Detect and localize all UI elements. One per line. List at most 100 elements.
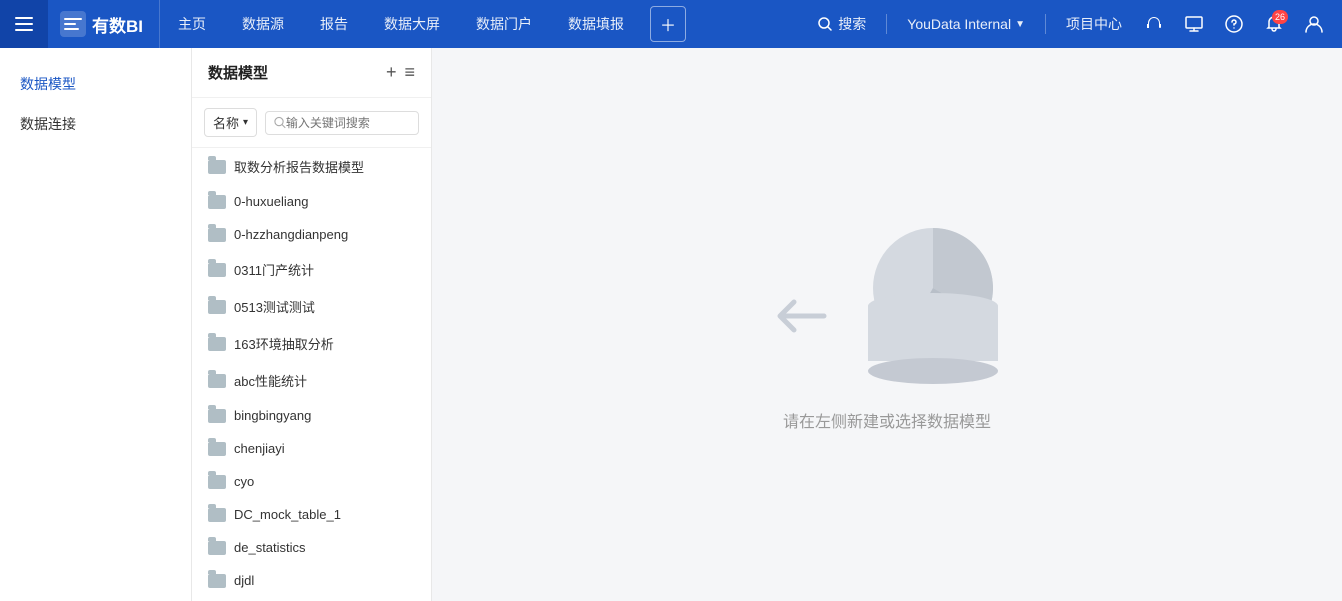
hamburger-button[interactable]	[0, 0, 48, 48]
folder-icon	[208, 195, 226, 209]
folder-icon	[208, 574, 226, 588]
nav-datasource[interactable]: 数据源	[224, 0, 302, 48]
content-area: 请在左侧新建或选择数据模型	[432, 48, 1342, 601]
nav-report[interactable]: 报告	[302, 0, 366, 48]
folder-icon	[208, 475, 226, 489]
sidebar-item-data-model-label: 数据模型	[20, 76, 76, 92]
arrow-icon	[776, 298, 828, 343]
list-item[interactable]: de_statistics	[192, 531, 431, 564]
folder-icon	[208, 263, 226, 277]
user-avatar-button[interactable]	[1298, 8, 1330, 40]
list-item[interactable]: DC_mock_table_1	[192, 498, 431, 531]
plus-icon: ＋	[660, 12, 676, 36]
sort-button[interactable]: ≡	[404, 62, 415, 83]
panel: 数据模型 + ≡ 名称 ▾ 取数分析报告数据模型	[192, 48, 432, 601]
list-item-label: 0311门产统计	[234, 260, 314, 279]
headset-button[interactable]	[1138, 8, 1170, 40]
help-icon	[1225, 15, 1243, 33]
nav-datascreen[interactable]: 数据大屏	[366, 0, 458, 48]
list-item[interactable]: 163环境抽取分析	[192, 325, 431, 362]
topnav: 有数BI 主页 数据源 报告 数据大屏 数据门户 数据填报 ＋ 搜索 YouDa…	[0, 0, 1342, 48]
monitor-button[interactable]	[1178, 8, 1210, 40]
folder-icon	[208, 508, 226, 522]
sidebar-item-data-connection-label: 数据连接	[20, 116, 76, 132]
list-item-label: abc性能统计	[234, 371, 307, 390]
folder-icon	[208, 300, 226, 314]
main-layout: 数据模型 数据连接 数据模型 + ≡ 名称 ▾	[0, 48, 1342, 601]
database-illustration	[868, 218, 998, 384]
list-item-label: 0513测试测试	[234, 297, 315, 316]
topnav-right: 搜索 YouData Internal ▼ 项目中心	[798, 8, 1342, 40]
list-item-label: DC_mock_table_1	[234, 507, 341, 522]
user-menu[interactable]: YouData Internal ▼	[899, 16, 1033, 32]
list-item[interactable]: 取数分析报告数据模型	[192, 148, 431, 185]
folder-icon	[208, 541, 226, 555]
sidebar: 数据模型 数据连接	[0, 48, 192, 601]
sidebar-item-data-connection[interactable]: 数据连接	[0, 104, 191, 144]
folder-icon	[208, 228, 226, 242]
panel-header: 数据模型 + ≡	[192, 48, 431, 98]
list-item[interactable]: 0311门产统计	[192, 251, 431, 288]
list-item[interactable]: abc性能统计	[192, 362, 431, 399]
list-item[interactable]: djdl77回归	[192, 597, 431, 601]
filter-label: 名称	[213, 113, 239, 132]
app-logo[interactable]: 有数BI	[48, 0, 160, 48]
list-item-label: 0-hzzhangdianpeng	[234, 227, 348, 242]
project-label: 项目中心	[1066, 14, 1122, 34]
list-item-label: de_statistics	[234, 540, 306, 555]
search-icon	[818, 17, 832, 31]
add-nav-button[interactable]: ＋	[650, 6, 686, 42]
list-item[interactable]: cyo	[192, 465, 431, 498]
search-input[interactable]	[286, 116, 410, 130]
list-item[interactable]: chenjiayi	[192, 432, 431, 465]
panel-filter: 名称 ▾	[192, 98, 431, 148]
folder-icon	[208, 374, 226, 388]
headset-icon	[1145, 15, 1163, 33]
empty-state: 请在左侧新建或选择数据模型	[776, 218, 998, 432]
add-model-button[interactable]: +	[386, 62, 397, 83]
list-item-label: bingbingyang	[234, 408, 311, 423]
folder-icon	[208, 442, 226, 456]
list-item[interactable]: 0-hzzhangdianpeng	[192, 218, 431, 251]
app-name: 有数BI	[92, 12, 143, 37]
filter-select[interactable]: 名称 ▾	[204, 108, 257, 137]
folder-icon	[208, 337, 226, 351]
list-item-label: 163环境抽取分析	[234, 334, 334, 353]
empty-icon	[776, 218, 998, 384]
empty-prompt: 请在左侧新建或选择数据模型	[783, 408, 991, 432]
folder-icon	[208, 160, 226, 174]
divider-1	[886, 14, 887, 34]
chevron-down-icon: ▼	[1015, 19, 1025, 30]
search-box-icon	[274, 116, 286, 129]
user-label: YouData Internal	[907, 16, 1011, 32]
nav-datafill[interactable]: 数据填报	[550, 0, 642, 48]
panel-list: 取数分析报告数据模型 0-huxueliang 0-hzzhangdianpen…	[192, 148, 431, 601]
list-item-label: cyo	[234, 474, 254, 489]
search-label: 搜索	[838, 14, 866, 34]
filter-chevron-icon: ▾	[243, 117, 248, 128]
list-item[interactable]: djdl	[192, 564, 431, 597]
panel-title: 数据模型	[208, 62, 268, 83]
list-item-label: chenjiayi	[234, 441, 285, 456]
notification-button[interactable]: 26	[1258, 8, 1290, 40]
project-center[interactable]: 项目中心	[1058, 14, 1130, 34]
list-item-label: 取数分析报告数据模型	[234, 157, 364, 176]
search-button[interactable]: 搜索	[810, 14, 874, 34]
list-item-label: djdl	[234, 573, 254, 588]
nav-dataportal[interactable]: 数据门户	[458, 0, 550, 48]
nav-home[interactable]: 主页	[160, 0, 224, 48]
topnav-menu: 主页 数据源 报告 数据大屏 数据门户 数据填报 ＋	[160, 0, 798, 48]
help-button[interactable]	[1218, 8, 1250, 40]
divider-2	[1045, 14, 1046, 34]
folder-icon	[208, 409, 226, 423]
list-item[interactable]: 0513测试测试	[192, 288, 431, 325]
list-item[interactable]: bingbingyang	[192, 399, 431, 432]
monitor-icon	[1185, 15, 1203, 33]
sidebar-item-data-model[interactable]: 数据模型	[0, 64, 191, 104]
list-item-label: 0-huxueliang	[234, 194, 308, 209]
search-box[interactable]	[265, 111, 419, 135]
list-item[interactable]: 0-huxueliang	[192, 185, 431, 218]
notification-badge: 26	[1272, 10, 1288, 24]
user-icon	[1304, 14, 1324, 34]
panel-header-actions: + ≡	[386, 62, 415, 83]
